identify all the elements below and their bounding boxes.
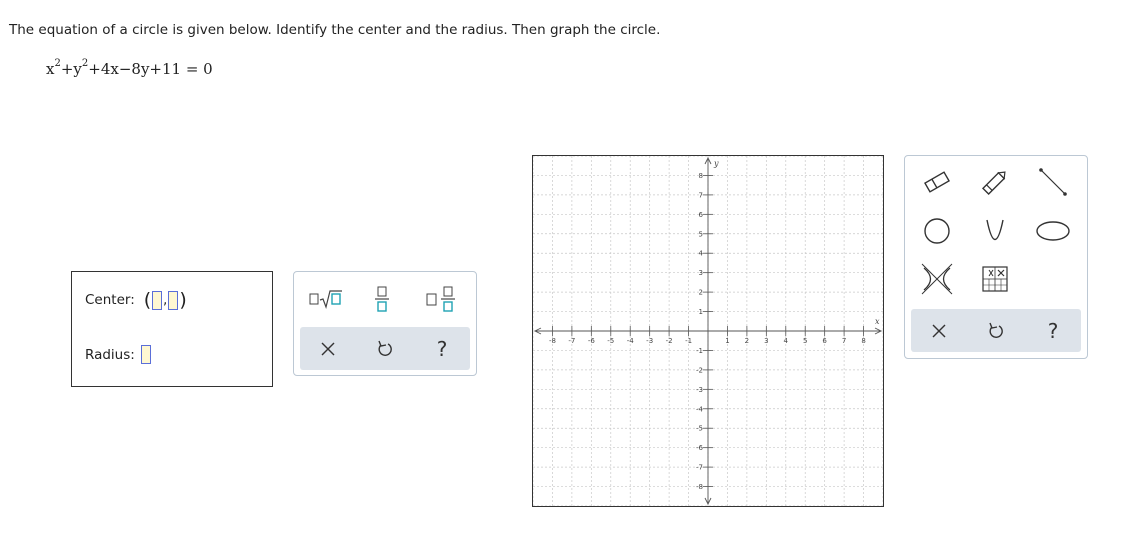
x-tick-label: -4 <box>627 337 635 345</box>
undo-button[interactable] <box>357 327 413 370</box>
center-label: Center: <box>85 292 135 308</box>
square-root-button[interactable] <box>308 286 344 312</box>
ellipse-icon <box>1036 221 1070 241</box>
x-tick-label: 6 <box>822 337 827 345</box>
x-tick-label: -1 <box>685 337 692 345</box>
answer-box: Center: ( , ) Radius: <box>71 271 273 387</box>
y-tick-label: -1 <box>696 347 703 355</box>
ellipse-tool[interactable] <box>1033 211 1073 251</box>
radius-row: Radius: <box>85 345 151 364</box>
x-tick-label: 7 <box>842 337 846 345</box>
drawing-tools-panel: ? <box>904 155 1088 359</box>
y-tick-label: 7 <box>699 191 703 199</box>
help-button[interactable]: ? <box>414 327 470 370</box>
clear-icon <box>932 324 946 337</box>
mixed-number-icon <box>426 286 455 312</box>
eraser-icon <box>924 171 950 193</box>
y-axis-label: y <box>713 159 719 168</box>
line-segment-tool[interactable] <box>1033 162 1073 202</box>
clear-button[interactable] <box>300 327 356 370</box>
y-tick-label: 4 <box>699 250 704 258</box>
y-tick-label: 2 <box>699 289 703 297</box>
x-tick-label: -5 <box>607 337 614 345</box>
parabola-tool[interactable] <box>975 211 1015 251</box>
clear-icon <box>321 342 335 355</box>
y-tick-label: -4 <box>696 405 704 413</box>
y-tick-label: -5 <box>696 425 703 433</box>
comma: , <box>163 292 168 308</box>
square-root-icon <box>309 290 342 310</box>
x-tick-label: 2 <box>745 337 749 345</box>
x-axis-label: x <box>875 317 880 326</box>
parabola-icon <box>986 219 1004 241</box>
close-paren: ) <box>179 289 187 311</box>
y-tick-label: 5 <box>699 230 703 238</box>
table-tool-icon <box>982 266 1008 292</box>
line-segment-icon <box>1039 168 1067 196</box>
radius-label: Radius: <box>85 346 135 363</box>
fraction-button[interactable] <box>370 284 394 314</box>
tools-undo-button[interactable] <box>968 309 1024 352</box>
palette-action-bar: ? <box>300 327 470 370</box>
x-tick-label: 1 <box>725 337 729 345</box>
y-tick-label: -3 <box>696 386 703 394</box>
help-icon: ? <box>436 336 448 361</box>
x-tick-label: 8 <box>861 337 865 345</box>
tools-action-bar: ? <box>911 309 1081 352</box>
graph-area[interactable]: -8 -7 -6 -5 -4 -3 -2 -1 1 2 3 4 5 6 7 8 8 7 6 5 4 3 2 1 -1 -2 -3 -4… <box>532 155 884 507</box>
mixed-number-button[interactable] <box>424 284 460 314</box>
coordinate-plane[interactable]: -8 -7 -6 -5 -4 -3 -2 -1 1 2 3 4 5 6 7 8 8 7 6 5 4 3 2 1 -1 -2 -3 -4… <box>532 155 884 507</box>
circle-icon <box>924 218 950 244</box>
y-tick-label: 8 <box>699 172 703 180</box>
open-paren: ( <box>143 289 152 311</box>
math-palette: ? <box>293 271 477 376</box>
y-tick-label: -2 <box>696 366 703 374</box>
pencil-tool[interactable] <box>975 162 1015 202</box>
y-tick-label: -8 <box>696 483 703 491</box>
pencil-icon <box>981 171 1006 196</box>
circle-tool[interactable] <box>917 211 957 251</box>
x-tick-label: -3 <box>646 337 653 345</box>
radius-input[interactable] <box>140 345 151 364</box>
center-row: Center: ( , ) <box>85 289 188 311</box>
question-text: The equation of a circle is given below.… <box>9 22 661 38</box>
y-tick-label: 1 <box>699 308 703 316</box>
x-tick-label: -2 <box>666 337 673 345</box>
x-tick-label: -6 <box>588 337 596 345</box>
center-x-input[interactable] <box>152 290 163 310</box>
fraction-icon <box>375 286 389 312</box>
x-tick-label: -8 <box>549 337 556 345</box>
circle-equation: x2+y2+4x−8y+11 = 0 <box>46 58 213 78</box>
center-y-input[interactable] <box>168 290 179 310</box>
tools-help-button[interactable]: ? <box>1025 309 1081 352</box>
undo-icon <box>989 322 1003 338</box>
tools-clear-button[interactable] <box>911 309 967 352</box>
undo-icon <box>378 340 392 356</box>
table-tool[interactable] <box>975 259 1015 299</box>
help-icon: ? <box>1047 318 1059 343</box>
x-tick-label: -7 <box>568 337 575 345</box>
y-tick-label: 6 <box>699 211 704 219</box>
x-tick-label: 4 <box>784 337 789 345</box>
y-tick-label: -7 <box>696 464 703 472</box>
eraser-tool[interactable] <box>917 162 957 202</box>
hyperbola-tool[interactable] <box>917 259 957 299</box>
y-tick-label: 3 <box>699 269 703 277</box>
x-tick-label: 5 <box>803 337 807 345</box>
y-tick-label: -6 <box>696 444 704 452</box>
hyperbola-icon <box>921 263 953 295</box>
x-tick-label: 3 <box>764 337 768 345</box>
